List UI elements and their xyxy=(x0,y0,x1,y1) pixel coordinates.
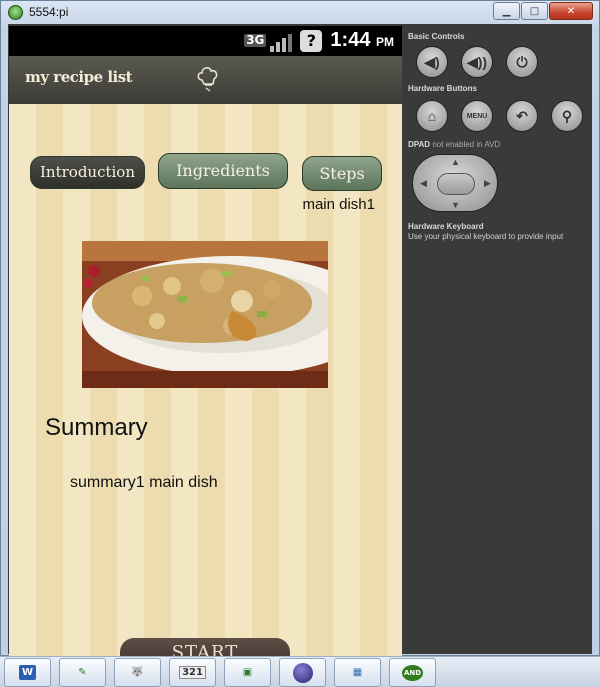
volume-down-button[interactable]: ◀) xyxy=(416,46,448,78)
volume-up-icon: ◀)) xyxy=(466,53,488,70)
emulator-controls-panel: Basic Controls ◀) ◀)) ⏻ Hardware Buttons… xyxy=(402,26,592,654)
taskbar-word-button[interactable]: W xyxy=(4,658,51,687)
window-title: 5554:pi xyxy=(29,5,69,19)
monitor-icon: ▣ xyxy=(242,667,253,678)
signal-strength-icon xyxy=(270,30,294,52)
dpad-right-icon[interactable]: ▶ xyxy=(484,178,491,189)
dpad-heading: DPAD not enabled in AVD xyxy=(408,140,501,149)
taskbar-calendar-button[interactable]: 321 xyxy=(169,658,216,687)
dpad-left-icon[interactable]: ◀ xyxy=(420,178,427,189)
dpad-down-icon[interactable]: ▼ xyxy=(451,200,460,210)
home-button[interactable]: ⌂ xyxy=(416,100,448,132)
chef-hat-icon xyxy=(197,67,218,92)
window-controls: ▁ □ ✕ xyxy=(492,2,593,20)
back-button[interactable]: ↶ xyxy=(506,100,538,132)
app-action-bar: my recipe list xyxy=(9,56,402,104)
menu-button[interactable]: MENU xyxy=(461,100,493,132)
status-bar: 3G ? 1:44 PM xyxy=(9,26,402,56)
taskbar-notepad-button[interactable]: ✎ xyxy=(59,658,106,687)
menu-label: MENU xyxy=(466,112,488,120)
dish-name: main dish1 xyxy=(302,196,375,213)
power-icon: ⏻ xyxy=(516,53,528,70)
status-clock: 1:44 PM xyxy=(330,29,394,51)
android-icon: AND xyxy=(401,664,424,681)
gimp-icon: 🐺 xyxy=(131,667,144,678)
power-button[interactable]: ⏻ xyxy=(506,46,538,78)
notepad-icon: ✎ xyxy=(78,667,87,678)
taskbar-monitor-button[interactable]: ▣ xyxy=(224,658,271,687)
volume-down-icon: ◀) xyxy=(424,53,440,70)
hardware-buttons-heading: Hardware Buttons xyxy=(408,84,477,93)
control-panel-icon: ▦ xyxy=(352,667,363,678)
android-emulator-icon xyxy=(8,5,23,20)
phone-screen: 3G ? 1:44 PM my recipe list Introduction… xyxy=(9,26,402,656)
eclipse-icon xyxy=(292,662,313,683)
help-icon: ? xyxy=(300,29,323,52)
summary-text: summary1 main dish xyxy=(70,474,218,491)
windows-taskbar: W ✎ 🐺 321 ▣ ▦ AND xyxy=(0,656,600,687)
word-icon: W xyxy=(18,665,37,680)
dish-photo xyxy=(82,241,328,388)
dpad[interactable]: ▲ ▼ ◀ ▶ xyxy=(412,154,498,212)
basic-controls-heading: Basic Controls xyxy=(408,32,465,41)
search-icon: ⚲ xyxy=(561,107,573,124)
home-icon: ⌂ xyxy=(427,108,437,124)
summary-heading: Summary xyxy=(45,414,148,441)
tab-ingredients[interactable]: Ingredients xyxy=(158,153,288,189)
maximize-button[interactable]: □ xyxy=(521,2,548,20)
back-icon: ↶ xyxy=(516,107,528,124)
title-bar[interactable]: 5554:pi ▁ □ ✕ xyxy=(1,1,600,25)
volume-up-button[interactable]: ◀)) xyxy=(461,46,493,78)
calendar-icon: 321 xyxy=(179,666,206,679)
taskbar-android-button[interactable]: AND xyxy=(389,658,436,687)
taskbar-eclipse-button[interactable] xyxy=(279,658,326,687)
start-button[interactable]: START xyxy=(120,638,290,656)
hardware-keyboard-heading: Hardware Keyboard xyxy=(408,222,484,231)
minimize-button[interactable]: ▁ xyxy=(493,2,520,20)
network-3g-icon: 3G xyxy=(244,33,267,47)
close-button[interactable]: ✕ xyxy=(549,2,593,20)
hardware-keyboard-note: Use your physical keyboard to provide in… xyxy=(408,232,564,241)
dpad-center-button[interactable] xyxy=(437,173,475,195)
taskbar-control-panel-button[interactable]: ▦ xyxy=(334,658,381,687)
taskbar-gimp-button[interactable]: 🐺 xyxy=(114,658,161,687)
app-title: my recipe list xyxy=(25,68,133,86)
tab-steps[interactable]: Steps xyxy=(302,156,382,191)
tab-introduction[interactable]: Introduction xyxy=(30,156,145,189)
search-button[interactable]: ⚲ xyxy=(551,100,583,132)
dpad-up-icon[interactable]: ▲ xyxy=(451,157,460,167)
